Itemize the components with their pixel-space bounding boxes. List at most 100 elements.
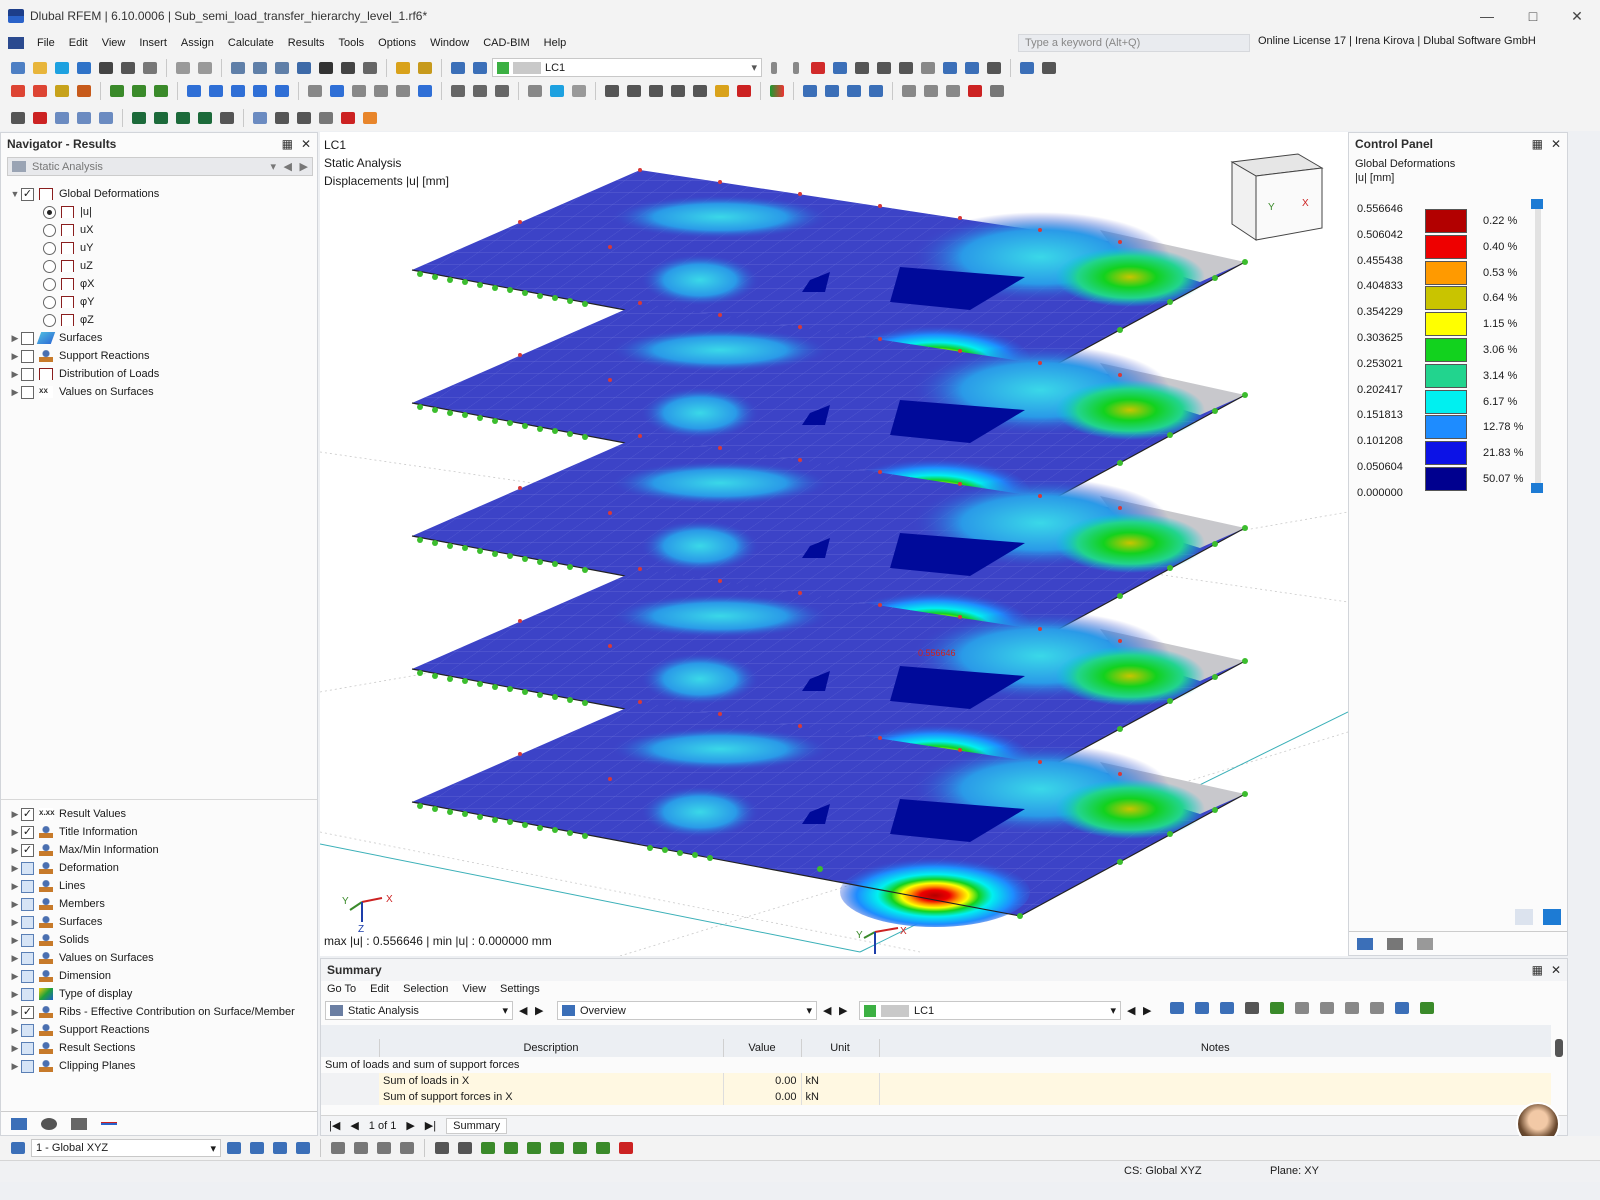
checkbox[interactable] (21, 367, 34, 381)
menu-file[interactable]: File (30, 37, 62, 49)
tree-ux[interactable]: uX (43, 221, 93, 239)
pick-surface-icon[interactable] (397, 1139, 417, 1157)
values-icon[interactable] (1242, 999, 1262, 1017)
workspace-icon[interactable] (8, 1139, 28, 1157)
display-solids[interactable]: ▶ Solids (9, 931, 89, 949)
load-case-select[interactable]: LC1 ▾ (492, 58, 762, 77)
chevron-right-icon[interactable]: ▶ (9, 881, 21, 892)
orange-block-icon[interactable] (360, 109, 380, 127)
tree-phix[interactable]: φX (43, 275, 94, 293)
tree-uz[interactable]: uZ (43, 257, 93, 275)
axis-x-icon[interactable] (129, 109, 149, 127)
extend-icon[interactable] (570, 1139, 590, 1157)
menu-view[interactable]: View (95, 37, 133, 49)
menu-insert[interactable]: Insert (132, 37, 174, 49)
pin-icon[interactable] (734, 82, 754, 100)
results-tab-icon[interactable] (101, 1122, 117, 1125)
remove-icon[interactable] (30, 109, 50, 127)
section-icon[interactable] (1039, 59, 1059, 77)
data-tab-icon[interactable] (11, 1117, 27, 1130)
col-unit[interactable]: Unit (801, 1039, 880, 1057)
group-row[interactable]: Sum of loads and sum of support forces (321, 1057, 1551, 1073)
arc-icon[interactable] (74, 82, 94, 100)
model-viewport[interactable]: 0.556646 Y X X Y Z X Y LC1 Static Analys… (320, 132, 1348, 956)
opening-icon[interactable] (206, 82, 226, 100)
prev-case-icon[interactable] (448, 59, 468, 77)
first-page-icon[interactable]: |◀ (329, 1119, 340, 1132)
scale-tab-icon[interactable] (1387, 937, 1403, 950)
maximize-icon[interactable]: □ (1510, 0, 1556, 32)
gradient-icon[interactable] (767, 82, 787, 100)
snap-mid-icon[interactable] (866, 82, 886, 100)
model-icon[interactable] (74, 59, 94, 77)
mirror-icon[interactable] (646, 82, 666, 100)
tree-phiz[interactable]: φZ (43, 311, 94, 329)
summary-analysis-select[interactable]: Static Analysis ▾ (325, 1001, 513, 1020)
pin-icon[interactable]: ▦ (282, 137, 293, 151)
pin-icon[interactable]: ▦ (1532, 963, 1543, 977)
filter-tab-icon[interactable] (1417, 937, 1433, 950)
legend-settings-icon[interactable] (1515, 909, 1533, 925)
summary-scrollbar[interactable] (1555, 1039, 1563, 1057)
display-lines[interactable]: ▶ Lines (9, 877, 85, 895)
checkbox[interactable] (21, 879, 34, 893)
legend-slider-top[interactable] (1531, 199, 1543, 209)
tree-surfaces[interactable]: ▶ Surfaces (9, 329, 102, 347)
tree-u-abs[interactable]: |u| (43, 203, 92, 221)
menu-tools[interactable]: Tools (331, 37, 371, 49)
box-view-icon[interactable] (52, 109, 72, 127)
angle-icon[interactable] (455, 1139, 475, 1157)
summary-menu-settings[interactable]: Settings (500, 983, 540, 995)
node-red-icon[interactable] (616, 1139, 636, 1157)
osnap-icon[interactable] (293, 1139, 313, 1157)
checkbox[interactable] (21, 897, 34, 911)
line-draw-icon[interactable] (478, 1139, 498, 1157)
render-solid-icon[interactable] (547, 82, 567, 100)
view-lock-icon[interactable] (316, 109, 336, 127)
chevron-right-icon[interactable]: ▶ (9, 917, 21, 928)
menu-results[interactable]: Results (281, 37, 332, 49)
display-result-sections[interactable]: ▶ Result Sections (9, 1039, 135, 1057)
checkbox[interactable] (21, 951, 34, 965)
report-icon[interactable] (140, 59, 160, 77)
lc-next-icon[interactable] (786, 59, 806, 77)
display-result-values[interactable]: ▶ ✓ x.xx Result Values (9, 805, 126, 823)
next-case-icon[interactable] (470, 59, 490, 77)
axis-neg-x-icon[interactable] (195, 109, 215, 127)
display-ribs[interactable]: ▶ ✓ Ribs - Effective Contribution on Surfa… (9, 1003, 295, 1021)
values-icon[interactable] (852, 59, 872, 77)
display-values-on-surfaces[interactable]: ▶ Values on Surfaces (9, 949, 154, 967)
trim-icon[interactable] (547, 1139, 567, 1157)
filter-icon[interactable] (1392, 999, 1412, 1017)
structure-icon[interactable] (1267, 999, 1287, 1017)
load-wizard-icon[interactable] (393, 59, 413, 77)
radio-button[interactable] (43, 295, 56, 309)
display-support-reactions[interactable]: ▶ Support Reactions (9, 1021, 150, 1039)
cloud-icon[interactable] (52, 59, 72, 77)
display-icon[interactable] (940, 59, 960, 77)
grid-icon[interactable] (371, 82, 391, 100)
ortho-icon[interactable] (270, 1139, 290, 1157)
print-icon[interactable] (118, 59, 138, 77)
display-clipping-planes[interactable]: ▶ Clipping Planes (9, 1057, 135, 1075)
dimension-icon[interactable] (305, 82, 325, 100)
nav-prev-icon[interactable]: ◀ (284, 160, 292, 173)
col-notes[interactable]: Notes (879, 1039, 1551, 1057)
close-summary-icon[interactable]: ✕ (1551, 963, 1561, 977)
display-surfaces[interactable]: ▶ Surfaces (9, 913, 102, 931)
open-folder-icon[interactable] (30, 59, 50, 77)
view-options-icon[interactable] (217, 109, 237, 127)
workplane-icon[interactable] (393, 82, 413, 100)
summary-menu-view[interactable]: View (462, 983, 486, 995)
tree-distribution-of-loads[interactable]: ▶ Distribution of Loads (9, 365, 159, 383)
rectangle-icon[interactable] (228, 82, 248, 100)
close-icon[interactable]: ✕ (1554, 0, 1600, 32)
checkbox[interactable] (21, 969, 34, 983)
script-icon[interactable] (338, 59, 358, 77)
axes-icon[interactable] (272, 59, 292, 77)
chevron-right-icon[interactable]: ▶ (9, 827, 21, 838)
chevron-right-icon[interactable]: ▶ (9, 863, 21, 874)
checkbox[interactable]: ✓ (21, 843, 34, 857)
pick-node-icon[interactable] (328, 1139, 348, 1157)
truss-icon[interactable] (151, 82, 171, 100)
